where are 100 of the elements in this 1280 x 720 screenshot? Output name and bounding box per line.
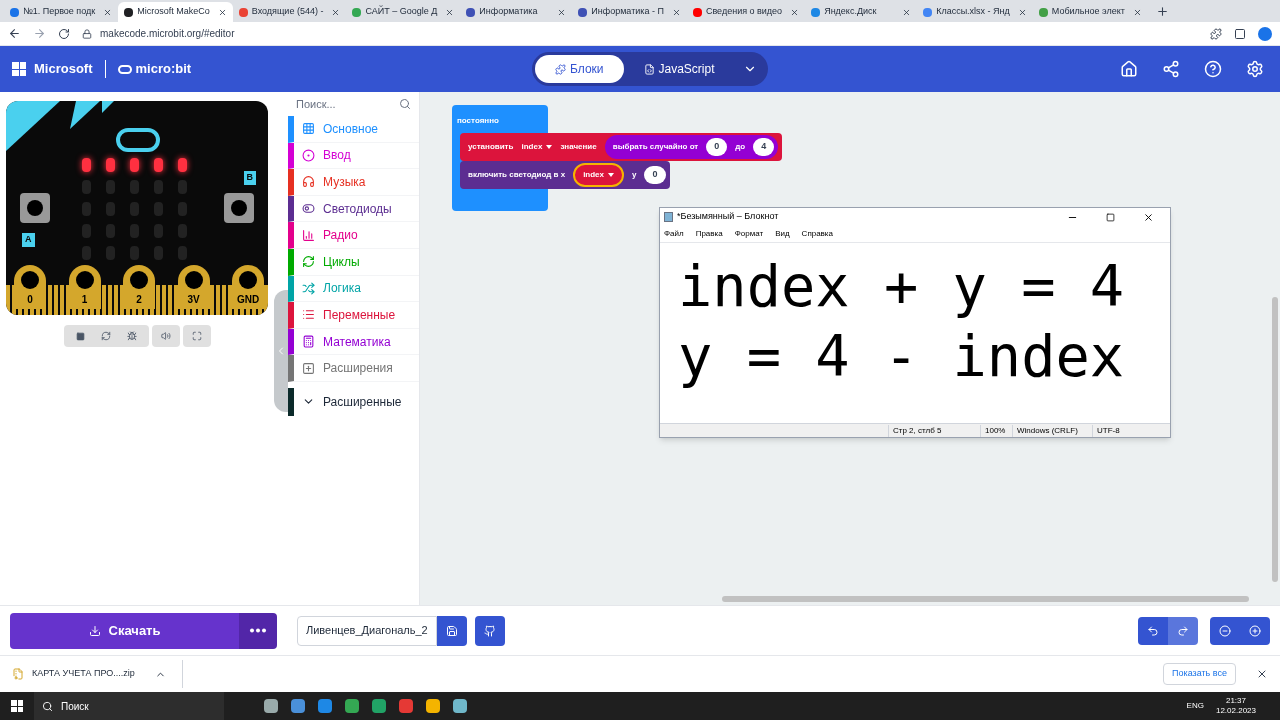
undo-button[interactable] [1138, 616, 1168, 645]
taskbar-app-icon[interactable] [372, 699, 386, 713]
browser-tab[interactable]: Информатика [460, 2, 573, 22]
browser-tab[interactable]: Яндекс.Диск [805, 2, 918, 22]
show-all-button[interactable]: Показать все [1163, 663, 1236, 685]
site-icon [466, 7, 476, 17]
debug-icon[interactable] [126, 331, 137, 341]
forward-icon[interactable] [33, 27, 46, 40]
zoom-out-button[interactable] [1210, 616, 1240, 645]
browser-tab[interactable]: Мобильное элект [1032, 2, 1148, 22]
close-icon[interactable] [1256, 668, 1268, 680]
restart-icon[interactable] [100, 331, 111, 341]
browser-tab[interactable]: №1. Первое подк [4, 2, 119, 22]
taskbar-app-icon[interactable] [345, 699, 359, 713]
variable-dropdown[interactable]: index [521, 141, 553, 153]
browser-tab[interactable]: Сведения о видео [686, 2, 806, 22]
download-button[interactable]: Скачать [10, 612, 239, 649]
tab-title: Входящие (544) - [251, 5, 324, 19]
site-icon [10, 7, 19, 17]
tab-title: Информатика - П [591, 5, 664, 19]
redo-icon [1177, 624, 1189, 637]
settings-icon[interactable] [1246, 60, 1264, 78]
zoom-in-button[interactable] [1240, 616, 1270, 645]
profile-icon[interactable] [1258, 26, 1272, 41]
text-line: index + y = 4 [678, 252, 1126, 321]
tab-title: Мобильное элект [1051, 5, 1125, 19]
menu-item[interactable]: Правка [695, 228, 723, 240]
number-field[interactable]: 4 [753, 138, 775, 156]
variable-block[interactable]: index [573, 163, 625, 187]
pin[interactable]: 2 [123, 265, 155, 309]
search-field[interactable]: Поиск... [296, 95, 399, 113]
set-block[interactable]: установить index значение выбрать случайно от 0 до 4 [460, 133, 783, 161]
category-icon [302, 255, 315, 269]
download-item[interactable]: КАРТА УЧЕТА ПРО....zip [12, 660, 183, 688]
pin[interactable]: GND [232, 265, 264, 309]
fullscreen-button[interactable] [182, 325, 211, 347]
mute-button[interactable] [151, 325, 180, 347]
category-icon [302, 335, 315, 349]
notepad-icon [664, 212, 673, 222]
editor-mode-tab[interactable]: JavaScript [623, 55, 735, 83]
tab-title: Сведения о видео [705, 5, 783, 19]
number-field[interactable]: 0 [644, 166, 666, 184]
site-icon [811, 7, 821, 17]
taskbar-app-icon[interactable] [399, 699, 413, 713]
reload-icon[interactable] [58, 27, 70, 40]
site-icon [578, 7, 588, 17]
tab-title: Яндекс.Диск [824, 5, 878, 19]
clock[interactable]: 21:37 12.02.2023 [1215, 696, 1256, 716]
home-icon[interactable] [1120, 60, 1138, 78]
menu-item[interactable]: Справка [801, 228, 833, 240]
microbit-board[interactable]: A B 0 1 2 3V GND [6, 101, 268, 315]
browser-tab[interactable]: Информатика - П [572, 2, 687, 22]
taskbar-app-icon[interactable] [291, 699, 305, 713]
redo-button[interactable] [1168, 616, 1198, 645]
menu-item[interactable]: Формат [734, 228, 764, 240]
maximize-icon[interactable] [1106, 212, 1115, 222]
taskbar-app-icon[interactable] [264, 699, 278, 713]
sidebar-icon[interactable] [1234, 27, 1246, 40]
browser-tab[interactable]: Microsoft MakeCo [118, 2, 233, 22]
site-icon [692, 7, 702, 17]
search-icon[interactable] [399, 98, 411, 110]
new-tab-icon[interactable] [1155, 5, 1169, 18]
status-text: UTF-8 [1092, 424, 1142, 437]
share-icon[interactable] [1162, 60, 1180, 78]
address-field[interactable]: makecode.microbit.org/#editor [82, 23, 1198, 44]
close-icon[interactable] [1143, 211, 1154, 223]
back-icon[interactable] [8, 27, 21, 40]
browser-tab[interactable]: Входящие (544) - [232, 2, 347, 22]
number-field[interactable]: 0 [706, 138, 728, 156]
push-button[interactable] [20, 193, 50, 223]
product-name[interactable]: micro:bit [135, 59, 192, 79]
taskbar-app-icon[interactable] [453, 699, 467, 713]
menu-item[interactable]: Вид [775, 228, 790, 240]
github-button[interactable] [475, 615, 505, 646]
extensions-icon[interactable] [1210, 27, 1222, 40]
pin[interactable]: 0 [14, 265, 46, 309]
project-name-field[interactable]: Ливенцев_Диагональ_2 [297, 615, 437, 646]
plot-block[interactable]: включить светодиод в x index у 0 [460, 161, 670, 189]
speaker-icon [160, 331, 171, 341]
random-block[interactable]: выбрать случайно от 0 до 4 [604, 135, 779, 159]
brand-name[interactable]: Microsoft [34, 59, 93, 79]
pin[interactable]: 1 [68, 265, 101, 309]
collapse-handle[interactable] [274, 290, 288, 412]
browser-tab[interactable]: САЙТ – Google Д [346, 2, 461, 22]
help-icon[interactable] [1204, 60, 1222, 78]
language-indicator[interactable]: ENG [1186, 700, 1204, 712]
menu-item[interactable]: Файл [664, 228, 684, 240]
taskbar-app-icon[interactable] [318, 699, 332, 713]
block-label: постоянно [457, 115, 499, 127]
more-button[interactable] [239, 612, 277, 649]
taskbar-app-icon[interactable] [426, 699, 440, 713]
taskbar-search[interactable]: Поиск [34, 692, 224, 720]
stop-icon[interactable] [75, 331, 85, 341]
close-icon[interactable] [217, 7, 227, 17]
browser-tab[interactable]: Классы.xlsx - Янд [917, 2, 1033, 22]
save-button[interactable] [437, 615, 467, 646]
pin[interactable]: 3V [177, 265, 210, 309]
editor-mode-tab[interactable]: Блоки [535, 55, 624, 83]
push-button[interactable] [224, 193, 254, 223]
start-icon[interactable] [11, 700, 23, 712]
